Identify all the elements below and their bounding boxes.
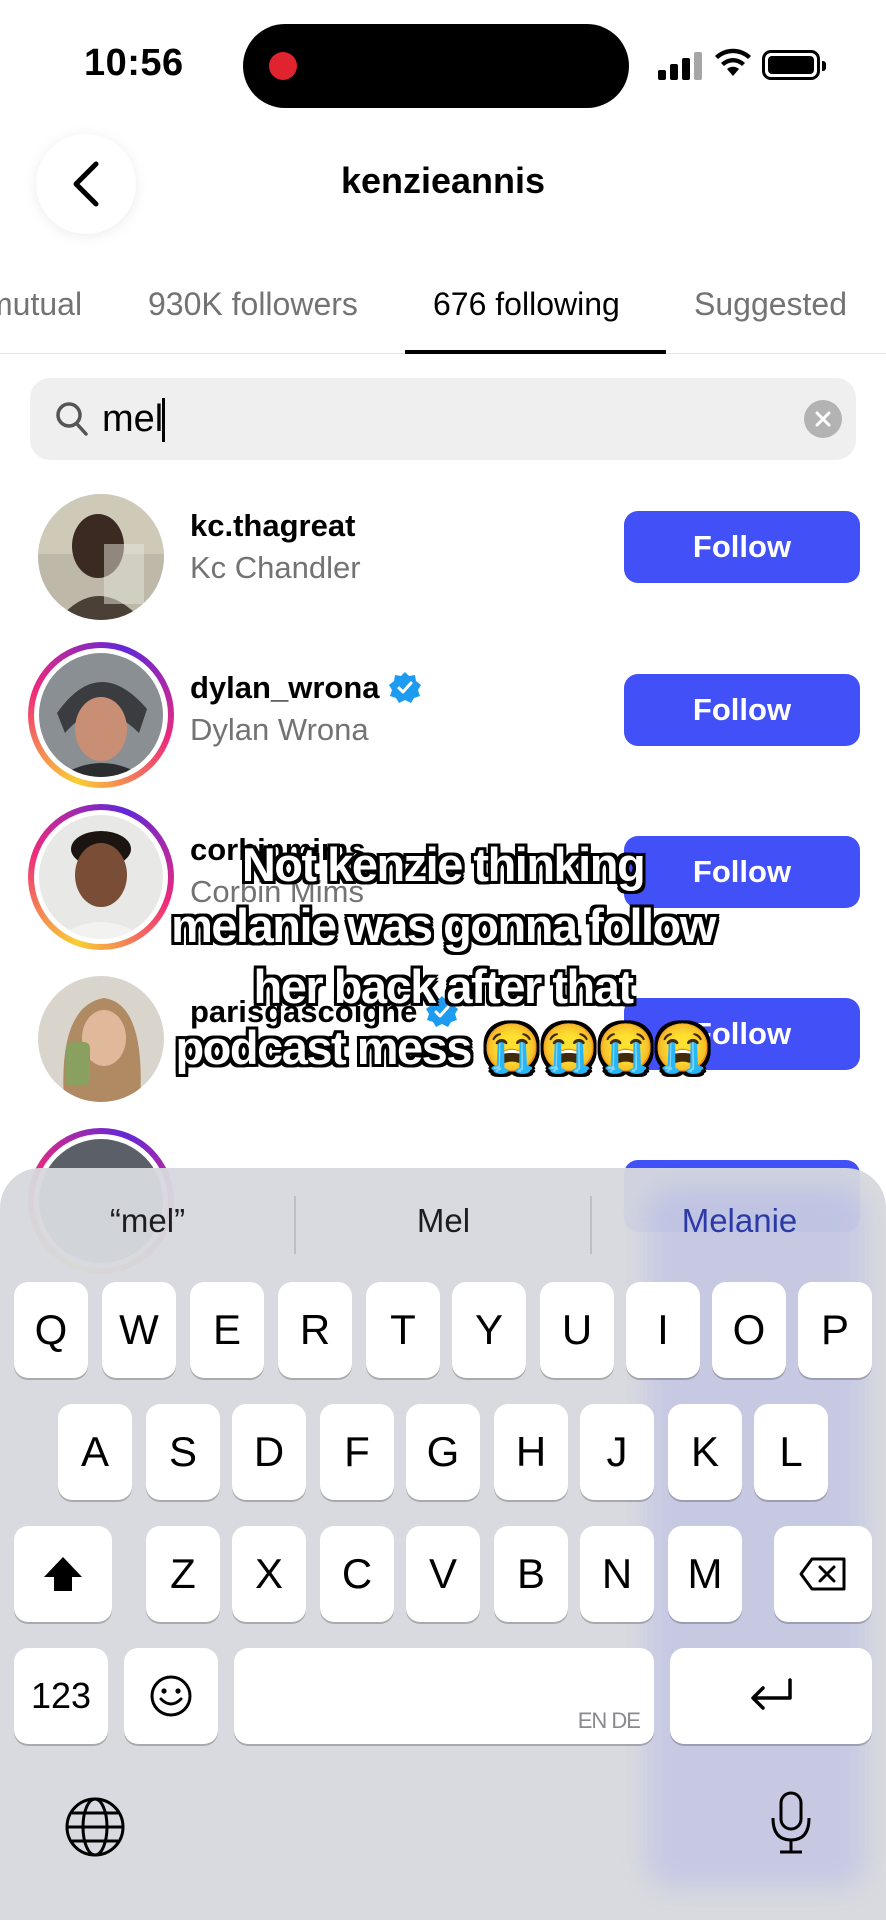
username: dylan_wrona xyxy=(190,670,422,706)
key-l[interactable]: L xyxy=(754,1404,828,1500)
cellular-signal-icon xyxy=(658,50,702,80)
key-x[interactable]: X xyxy=(232,1526,306,1622)
caption-line: Not kenzie thinking xyxy=(241,838,646,891)
key-f[interactable]: F xyxy=(320,1404,394,1500)
return-arrow-icon xyxy=(751,1678,792,1710)
key-r[interactable]: R xyxy=(278,1282,352,1378)
avatar-image xyxy=(38,494,164,620)
tab-followers[interactable]: 930K followers xyxy=(148,286,358,323)
full-name: Dylan Wrona xyxy=(190,712,369,747)
follow-button[interactable]: Follow xyxy=(624,511,860,583)
text-cursor xyxy=(162,398,165,442)
key-v[interactable]: V xyxy=(406,1526,480,1622)
avatar[interactable] xyxy=(28,484,174,630)
key-n[interactable]: N xyxy=(580,1526,654,1622)
key-c[interactable]: C xyxy=(320,1526,394,1622)
tab-suggested[interactable]: Suggested xyxy=(694,286,847,323)
space-key[interactable]: EN DE xyxy=(234,1648,654,1744)
avatar-story-ring[interactable] xyxy=(28,642,174,788)
key-s[interactable]: S xyxy=(146,1404,220,1500)
verified-badge-icon xyxy=(388,672,421,703)
dynamic-island xyxy=(243,24,629,108)
suggestion-item[interactable]: Mel xyxy=(296,1202,591,1240)
wifi-icon xyxy=(715,48,751,76)
page-title: kenzieannis xyxy=(340,160,546,201)
close-icon xyxy=(815,411,831,427)
key-g[interactable]: G xyxy=(406,1404,480,1500)
key-q[interactable]: Q xyxy=(14,1282,88,1378)
emoji-key[interactable] xyxy=(124,1648,218,1744)
key-y[interactable]: Y xyxy=(452,1282,526,1378)
list-item[interactable]: kc.thagreat Kc Chandler Follow xyxy=(0,478,886,628)
emoji-icon xyxy=(150,1675,192,1717)
status-bar: 10:56 xyxy=(0,0,886,120)
key-h[interactable]: H xyxy=(494,1404,568,1500)
suggestion-item[interactable]: “mel” xyxy=(0,1202,295,1240)
shift-arrow-icon xyxy=(44,1557,82,1591)
key-i[interactable]: I xyxy=(626,1282,700,1378)
key-j[interactable]: J xyxy=(580,1404,654,1500)
active-tab-indicator xyxy=(405,350,666,354)
key-e[interactable]: E xyxy=(190,1282,264,1378)
on-screen-keyboard: “mel” Mel Melanie Q W E R T Y U I O P A … xyxy=(0,1168,886,1920)
keyboard-languages-hint: EN DE xyxy=(577,1708,641,1733)
status-time: 10:56 xyxy=(84,42,184,84)
full-name: Kc Chandler xyxy=(190,550,361,585)
key-a[interactable]: A xyxy=(58,1404,132,1500)
key-b[interactable]: B xyxy=(494,1526,568,1622)
key-o[interactable]: O xyxy=(712,1282,786,1378)
tab-following[interactable]: 676 following xyxy=(433,286,620,323)
battery-icon xyxy=(762,50,826,80)
key-m[interactable]: M xyxy=(668,1526,742,1622)
numbers-key[interactable]: 123 xyxy=(14,1648,108,1744)
caption-line: her back after that xyxy=(253,960,634,1013)
recording-indicator-icon xyxy=(269,52,297,80)
globe-icon[interactable] xyxy=(64,1796,126,1858)
caption-line: melanie was gonna follow xyxy=(171,899,716,952)
key-d[interactable]: D xyxy=(232,1404,306,1500)
key-w[interactable]: W xyxy=(102,1282,176,1378)
username: kc.thagreat xyxy=(190,508,356,543)
search-icon xyxy=(56,402,88,436)
tab-bar: mutual 930K followers 676 following Sugg… xyxy=(0,280,886,354)
search-input[interactable] xyxy=(102,392,742,446)
caption-line: podcast mess 😭😭😭😭 xyxy=(175,1021,712,1074)
key-k[interactable]: K xyxy=(668,1404,742,1500)
suggestion-item[interactable]: Melanie xyxy=(592,1202,886,1240)
key-u[interactable]: U xyxy=(540,1282,614,1378)
search-bar xyxy=(30,378,856,460)
key-z[interactable]: Z xyxy=(146,1526,220,1622)
key-p[interactable]: P xyxy=(798,1282,872,1378)
predictive-suggestions-bar: “mel” Mel Melanie xyxy=(0,1168,886,1278)
list-item[interactable]: dylan_wrona Dylan Wrona Follow xyxy=(0,638,886,788)
avatar-image xyxy=(39,653,163,777)
microphone-icon[interactable] xyxy=(768,1790,814,1856)
key-t[interactable]: T xyxy=(366,1282,440,1378)
backspace-key[interactable] xyxy=(774,1526,872,1622)
clear-search-button[interactable] xyxy=(804,400,842,438)
backspace-icon xyxy=(799,1557,846,1591)
tab-mutual[interactable]: mutual xyxy=(0,286,82,323)
video-caption: Not kenzie thinking melanie was gonna fo… xyxy=(0,834,886,1078)
follow-button[interactable]: Follow xyxy=(624,674,860,746)
shift-key[interactable] xyxy=(14,1526,112,1622)
return-key[interactable] xyxy=(670,1648,872,1744)
